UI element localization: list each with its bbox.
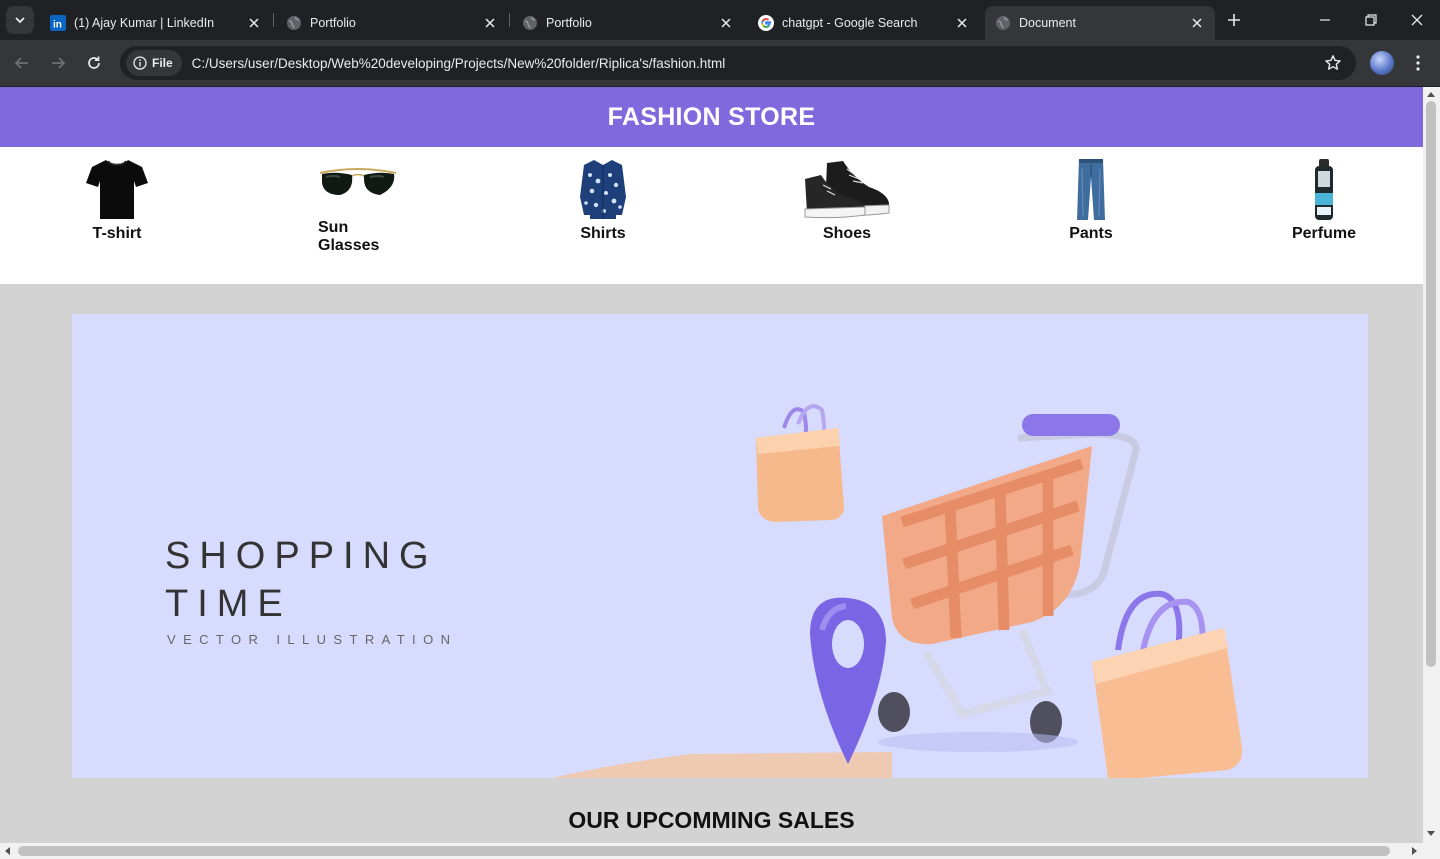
browser-toolbar: File C:/Users/user/Desktop/Web%20develop…	[0, 40, 1440, 87]
chevron-down-icon	[15, 17, 25, 24]
profile-avatar[interactable]	[1370, 51, 1394, 75]
tab-separator	[273, 13, 274, 27]
shoes-icon	[804, 161, 890, 219]
banner-headline-line2: TIME	[165, 583, 292, 625]
category-shirts[interactable]: Shirts	[576, 157, 630, 243]
scroll-left-arrow-icon[interactable]	[5, 847, 10, 855]
google-icon	[758, 15, 774, 31]
category-label: Sun Glasses	[318, 219, 380, 254]
restore-icon	[1365, 14, 1377, 26]
tab-portfolio-2[interactable]: Portfolio	[512, 6, 744, 40]
shopping-cart-illustration	[552, 404, 1243, 778]
horizontal-scrollbar[interactable]	[0, 843, 1440, 859]
perfume-icon	[1315, 159, 1333, 220]
close-tab-icon[interactable]	[246, 15, 262, 31]
minimize-button[interactable]	[1313, 8, 1337, 32]
category-label: Shirts	[580, 225, 626, 242]
tab-title: Document	[1019, 16, 1076, 30]
banner-headline: SHOPPING TIME	[165, 532, 438, 628]
info-icon	[133, 56, 147, 70]
category-sunglasses[interactable]: Sun Glasses	[318, 157, 400, 255]
pants-icon	[1077, 159, 1105, 220]
tab-google-search[interactable]: chatgpt - Google Search	[748, 6, 980, 40]
address-bar[interactable]: File C:/Users/user/Desktop/Web%20develop…	[120, 46, 1356, 80]
category-pants[interactable]: Pants	[1066, 157, 1116, 243]
tab-title: chatgpt - Google Search	[782, 16, 918, 30]
shopping-bag-icon	[756, 404, 844, 522]
tab-linkedin[interactable]: in (1) Ajay Kumar | LinkedIn	[40, 6, 272, 40]
tab-portfolio-1[interactable]: Portfolio	[276, 6, 508, 40]
category-label: Shoes	[822, 225, 871, 242]
reload-button[interactable]	[82, 51, 106, 75]
tab-title: (1) Ajay Kumar | LinkedIn	[74, 16, 215, 30]
globe-icon	[286, 15, 302, 31]
bookmark-star-icon[interactable]	[1324, 54, 1342, 77]
tab-strip: in (1) Ajay Kumar | LinkedIn Portfolio P…	[0, 0, 1440, 40]
horizontal-scroll-thumb[interactable]	[18, 846, 1390, 856]
back-button[interactable]	[10, 51, 34, 75]
vertical-scroll-thumb[interactable]	[1426, 101, 1436, 667]
restore-button[interactable]	[1359, 8, 1383, 32]
shopping-bag-icon	[1092, 590, 1243, 778]
store-header: FASHION STORE	[0, 87, 1423, 147]
category-shoes[interactable]: Shoes	[802, 157, 892, 243]
browser-menu-button[interactable]	[1406, 51, 1430, 75]
scroll-right-arrow-icon[interactable]	[1412, 847, 1417, 855]
tab-title: Portfolio	[310, 16, 356, 30]
plus-icon	[1228, 14, 1240, 26]
tab-search-button[interactable]	[6, 6, 34, 34]
arrow-right-icon	[52, 57, 66, 69]
tab-separator	[509, 13, 510, 27]
page-viewport: FASHION STORE T-shirt Sun Glasses Shirts…	[0, 87, 1423, 843]
url-text[interactable]: C:/Users/user/Desktop/Web%20developing/P…	[192, 56, 726, 71]
reload-icon	[88, 56, 100, 69]
close-window-button[interactable]	[1405, 8, 1429, 32]
close-tab-icon[interactable]	[718, 15, 734, 31]
category-label: Perfume	[1291, 225, 1357, 242]
category-bar: T-shirt Sun Glasses Shirts Shoes Pants P…	[0, 147, 1423, 284]
banner-subline: VECTOR ILLUSTRATION	[167, 632, 458, 647]
category-perfume[interactable]: Perfume	[1288, 157, 1360, 243]
globe-icon	[522, 15, 538, 31]
location-pin-icon	[810, 597, 886, 764]
forward-button[interactable]	[46, 51, 70, 75]
close-tab-icon[interactable]	[954, 15, 970, 31]
new-tab-button[interactable]	[1224, 10, 1244, 30]
linkedin-icon: in	[50, 15, 66, 31]
more-vertical-icon	[1416, 55, 1420, 71]
upcoming-sales-heading: OUR UPCOMMING SALES	[568, 807, 855, 833]
shopping-cart-icon	[878, 414, 1140, 752]
store-title: FASHION STORE	[607, 102, 816, 131]
close-tab-icon[interactable]	[1189, 15, 1205, 31]
svg-text:in: in	[53, 20, 62, 31]
globe-icon	[995, 15, 1011, 31]
scroll-up-arrow-icon[interactable]	[1427, 92, 1435, 97]
vertical-scrollbar[interactable]	[1423, 87, 1440, 843]
category-tshirt[interactable]: T-shirt	[82, 157, 152, 243]
hero-banner: SHOPPING TIME VECTOR ILLUSTRATION	[72, 314, 1368, 778]
shirt-icon	[580, 160, 626, 219]
banner-headline-line1: SHOPPING	[165, 535, 438, 577]
tab-title: Portfolio	[546, 16, 592, 30]
category-label: T-shirt	[92, 225, 142, 242]
sunglasses-icon	[319, 168, 397, 195]
tshirt-icon	[86, 160, 148, 219]
scroll-down-arrow-icon[interactable]	[1427, 831, 1435, 836]
arrow-left-icon	[14, 57, 28, 69]
close-icon	[1411, 14, 1423, 26]
scheme-label: File	[152, 56, 173, 70]
tab-document[interactable]: Document	[985, 6, 1215, 40]
minimize-icon	[1320, 19, 1330, 21]
category-label: Pants	[1069, 225, 1113, 242]
close-tab-icon[interactable]	[482, 15, 498, 31]
site-info-chip[interactable]: File	[126, 50, 182, 76]
